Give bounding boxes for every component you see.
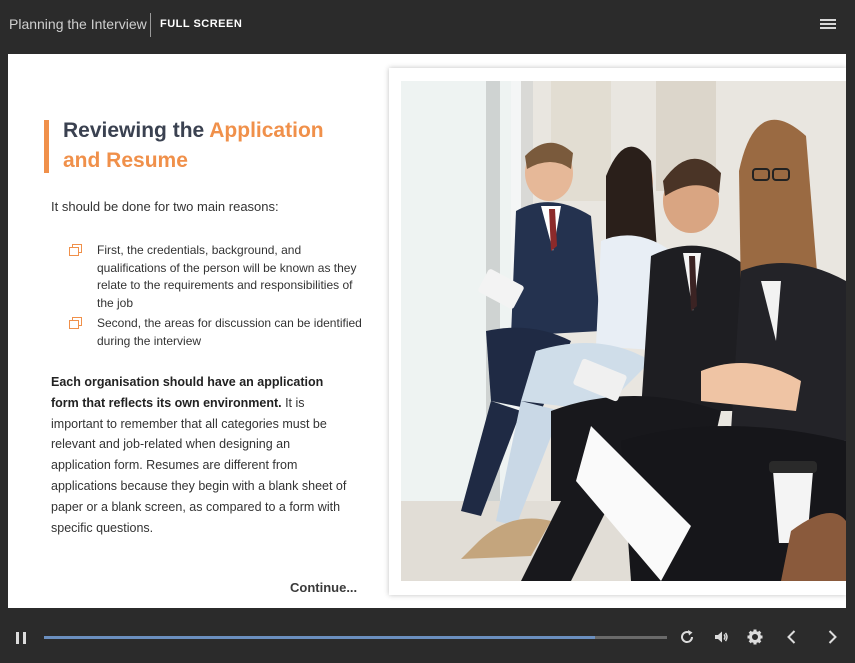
progress-bar[interactable] [44, 636, 667, 639]
replay-icon[interactable] [679, 629, 695, 645]
intro-text: It should be done for two main reasons: [51, 199, 279, 214]
list-item-text: Second, the areas for discussion can be … [97, 316, 362, 348]
menu-icon[interactable] [820, 19, 836, 31]
title-divider [150, 13, 151, 37]
list-item-text: First, the credentials, background, and … [97, 243, 357, 310]
list-item: Second, the areas for discussion can be … [68, 315, 368, 350]
slide-content: Reviewing the Application and Resume It … [8, 54, 846, 608]
pause-icon[interactable] [16, 632, 26, 644]
slide-heading: Reviewing the Application and Resume [63, 116, 363, 176]
volume-icon[interactable] [713, 629, 729, 645]
progress-fill [44, 636, 596, 639]
full-screen-button[interactable]: FULL SCREEN [160, 18, 242, 30]
heading-accent-bar [44, 120, 49, 173]
next-icon[interactable] [824, 629, 840, 645]
body-paragraph-rest: It is important to remember that all cat… [51, 395, 347, 535]
copy-icon [69, 317, 82, 329]
continue-link[interactable]: Continue... [290, 580, 357, 595]
reasons-list: First, the credentials, background, and … [68, 242, 368, 353]
player-controls [0, 610, 855, 663]
top-bar: Planning the Interview FULL SCREEN [0, 0, 855, 50]
list-item: First, the credentials, background, and … [68, 242, 368, 312]
settings-icon[interactable] [747, 629, 763, 645]
body-paragraph: Each organisation should have an applica… [51, 372, 351, 538]
copy-icon [69, 244, 82, 256]
course-title: Planning the Interview [9, 16, 147, 32]
interview-candidates-photo [401, 81, 846, 581]
heading-text: Reviewing the [63, 119, 210, 142]
prev-icon[interactable] [784, 629, 800, 645]
photo-frame [389, 68, 846, 595]
